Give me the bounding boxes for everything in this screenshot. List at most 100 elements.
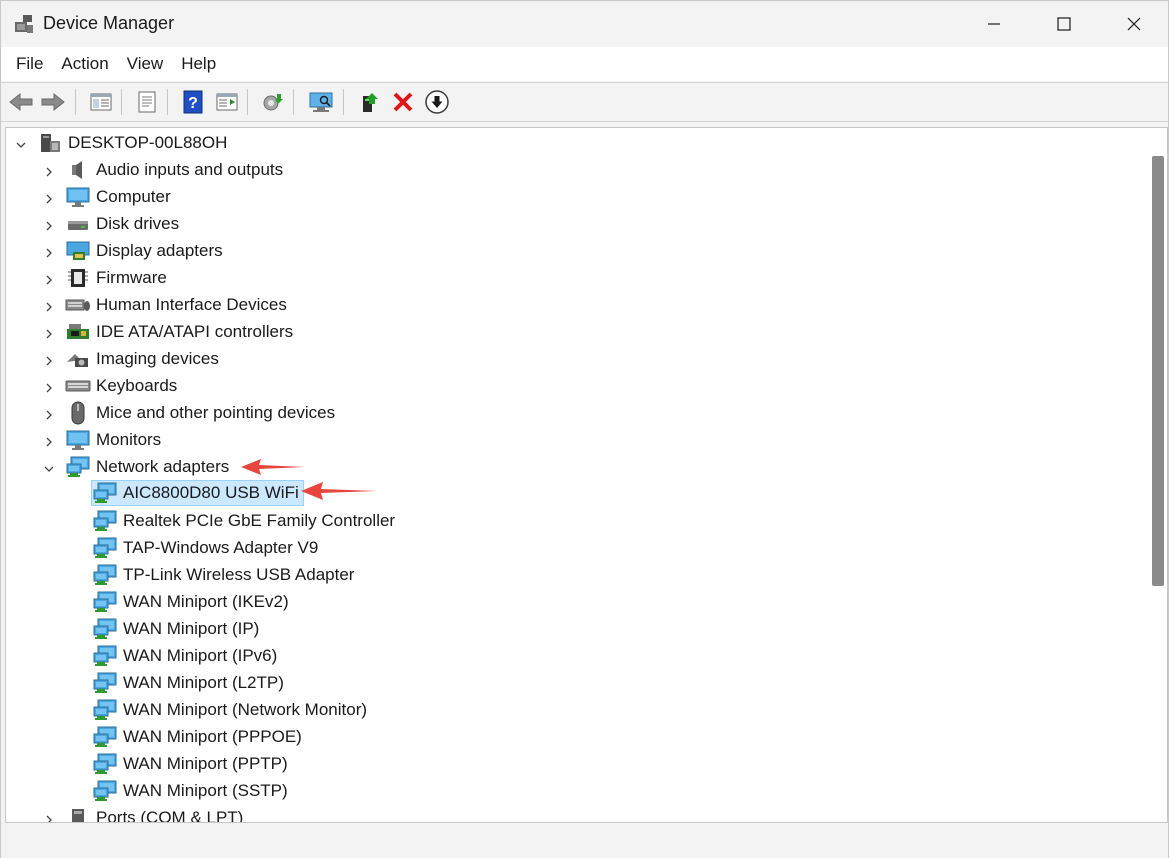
tree-root-computer[interactable]: DESKTOP-00L88OH xyxy=(37,130,227,156)
chevron-right-icon[interactable] xyxy=(43,355,55,367)
menu-action[interactable]: Action xyxy=(52,50,117,78)
tree-item-network-adapter[interactable]: TP-Link Wireless USB Adapter xyxy=(92,562,354,588)
adapter-label: WAN Miniport (Network Monitor) xyxy=(123,700,368,719)
adapter-label: WAN Miniport (L2TP) xyxy=(123,673,284,692)
chevron-down-icon[interactable] xyxy=(43,463,55,475)
update-driver-button[interactable] xyxy=(259,88,287,116)
chevron-right-icon[interactable] xyxy=(43,247,55,259)
chevron-right-icon[interactable] xyxy=(43,328,55,340)
maximize-button[interactable] xyxy=(1029,1,1099,47)
window-title: Device Manager xyxy=(43,13,175,33)
computer-tower-icon xyxy=(37,131,63,155)
chevron-right-icon[interactable] xyxy=(43,193,55,205)
tree-item-mice-and-other-pointing-devices[interactable]: Mice and other pointing devices xyxy=(65,400,335,426)
chevron-right-icon[interactable] xyxy=(43,274,55,286)
tree-item-network-adapter[interactable]: WAN Miniport (L2TP) xyxy=(92,670,284,696)
tree-item-network-adapter[interactable]: WAN Miniport (SSTP) xyxy=(92,778,288,804)
disable-device-icon xyxy=(425,90,449,114)
tree-item-ide-ata-atapi-controllers[interactable]: IDE ATA/ATAPI controllers xyxy=(65,319,293,345)
properties-button[interactable] xyxy=(133,88,161,116)
chevron-right-icon[interactable] xyxy=(43,409,55,421)
show-hide-console-tree-button[interactable] xyxy=(87,88,115,116)
enable-device-icon xyxy=(363,93,378,112)
toolbar-separator xyxy=(247,89,248,115)
tree-item-network-adapter[interactable]: WAN Miniport (IPv6) xyxy=(92,643,277,669)
close-button[interactable] xyxy=(1099,1,1169,47)
back-icon xyxy=(9,92,33,112)
tree-item-human-interface-devices[interactable]: Human Interface Devices xyxy=(65,292,287,318)
scrollbar-thumb[interactable] xyxy=(1152,156,1164,586)
tree-item-network-adapters[interactable]: Network adapters xyxy=(65,454,229,480)
tree-item-network-adapter[interactable]: WAN Miniport (Network Monitor) xyxy=(92,697,367,723)
network-adapter-icon xyxy=(92,671,118,695)
uninstall-device-button[interactable] xyxy=(389,88,417,116)
camera-icon xyxy=(65,347,91,371)
menu-file[interactable]: File xyxy=(7,50,52,78)
close-icon xyxy=(1127,17,1141,31)
category-label: Human Interface Devices xyxy=(96,295,287,314)
tree-item-network-adapter[interactable]: WAN Miniport (PPTP) xyxy=(92,751,288,777)
minimize-button[interactable] xyxy=(959,1,1029,47)
tree-item-network-adapter[interactable]: WAN Miniport (PPPOE) xyxy=(92,724,302,750)
tree-item-display-adapters[interactable]: Display adapters xyxy=(65,238,223,264)
chevron-right-icon[interactable] xyxy=(43,382,55,394)
chevron-right-icon[interactable] xyxy=(43,436,55,448)
chevron-down-icon[interactable] xyxy=(15,139,27,151)
forward-icon xyxy=(41,92,65,112)
tree-item-network-adapter[interactable]: WAN Miniport (IKEv2) xyxy=(92,589,289,615)
chevron-right-icon[interactable] xyxy=(43,166,55,178)
tree-item-imaging-devices[interactable]: Imaging devices xyxy=(65,346,219,372)
tree-item-firmware[interactable]: Firmware xyxy=(65,265,167,291)
disable-device-button[interactable] xyxy=(423,88,451,116)
category-label: Network adapters xyxy=(96,457,230,476)
chevron-right-icon[interactable] xyxy=(43,301,55,313)
tree-item-selected-adapter[interactable]: AIC8800D80 USB WiFi xyxy=(91,480,304,506)
tree-item-audio-inputs-and-outputs[interactable]: Audio inputs and outputs xyxy=(65,157,283,183)
scan-hardware-button[interactable] xyxy=(307,88,335,116)
tree-item-monitors[interactable]: Monitors xyxy=(65,427,161,453)
adapter-label: WAN Miniport (IPv6) xyxy=(123,646,278,665)
port-icon xyxy=(65,806,91,822)
network-adapter-icon xyxy=(92,725,118,749)
network-adapter-icon xyxy=(92,752,118,776)
adapter-label: AIC8800D80 USB WiFi xyxy=(123,483,299,502)
hid-icon xyxy=(65,293,91,317)
menu-help[interactable]: Help xyxy=(172,50,225,78)
device-tree[interactable]: DESKTOP-00L88OH Audio inputs and outputs… xyxy=(5,127,1168,823)
tree-item-keyboards[interactable]: Keyboards xyxy=(65,373,177,399)
menu-bar: File Action View Help xyxy=(1,47,1168,81)
forward-button[interactable] xyxy=(39,88,67,116)
svg-text:?: ? xyxy=(188,95,198,112)
network-adapter-icon xyxy=(92,617,118,641)
adapter-label: WAN Miniport (PPTP) xyxy=(123,754,288,773)
vertical-scrollbar[interactable] xyxy=(1148,128,1167,822)
menu-view[interactable]: View xyxy=(118,50,173,78)
ide-controller-icon xyxy=(65,320,91,344)
category-label: IDE ATA/ATAPI controllers xyxy=(96,322,294,341)
tree-item-network-adapter[interactable]: WAN Miniport (IP) xyxy=(92,616,259,642)
minimize-icon xyxy=(988,23,1000,25)
keyboard-icon xyxy=(65,374,91,398)
enable-device-button[interactable] xyxy=(355,88,383,116)
network-adapter-icon xyxy=(92,536,118,560)
chevron-right-icon[interactable] xyxy=(43,220,55,232)
tree-item-network-adapter[interactable]: Realtek PCIe GbE Family Controller xyxy=(92,508,395,534)
action-pane-button[interactable] xyxy=(213,88,241,116)
category-label: Computer xyxy=(96,187,171,206)
chip-icon xyxy=(65,266,91,290)
title-bar[interactable]: Device Manager xyxy=(1,1,1168,47)
device-manager-window: Device Manager File Action View Help ? D… xyxy=(0,0,1169,858)
adapter-label: WAN Miniport (IKEv2) xyxy=(123,592,289,611)
back-button[interactable] xyxy=(7,88,35,116)
network-adapter-icon xyxy=(92,563,118,587)
help-button[interactable]: ? xyxy=(179,88,207,116)
adapter-label: WAN Miniport (IP) xyxy=(123,619,260,638)
root-label: DESKTOP-00L88OH xyxy=(68,133,228,152)
annotation-arrow xyxy=(241,459,305,475)
tree-item-computer[interactable]: Computer xyxy=(65,184,171,210)
chevron-right-icon[interactable] xyxy=(43,814,55,823)
tree-item-ports[interactable]: Ports (COM & LPT) xyxy=(65,805,243,822)
tree-item-network-adapter[interactable]: TAP-Windows Adapter V9 xyxy=(92,535,318,561)
tree-item-disk-drives[interactable]: Disk drives xyxy=(65,211,179,237)
toolbar-separator xyxy=(75,89,76,115)
